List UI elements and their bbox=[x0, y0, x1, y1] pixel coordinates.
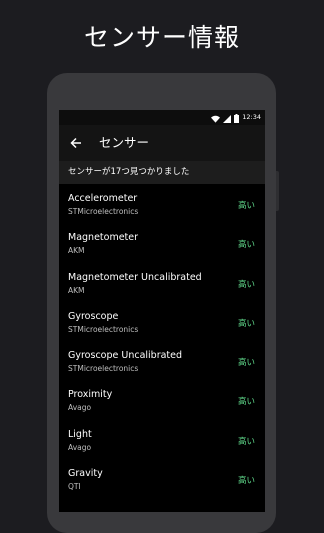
sensor-row-gyroscope[interactable]: Gyroscope STMicroelectronics 高い bbox=[59, 302, 265, 341]
phone-screen: 12:34 センサー センサーが17つ見つかりました Accelerometer… bbox=[59, 110, 265, 512]
promo-headline: センサー情報 bbox=[83, 23, 240, 52]
sensor-row-magnetometer-uncalibrated[interactable]: Magnetometer Uncalibrated AKM 高い bbox=[59, 263, 265, 302]
sensor-name: Gyroscope Uncalibrated bbox=[68, 350, 183, 362]
sensor-row-light[interactable]: Light Avago 高い bbox=[59, 420, 265, 459]
status-icons: 12:34 bbox=[211, 112, 261, 123]
page-title: センサー bbox=[99, 135, 150, 150]
sensor-row-gyroscope-uncalibrated[interactable]: Gyroscope Uncalibrated STMicroelectronic… bbox=[59, 341, 265, 380]
sensor-power-badge: 高い bbox=[237, 358, 255, 369]
sensor-vendor: AKM bbox=[68, 246, 85, 256]
sensor-power-badge: 高い bbox=[237, 397, 255, 408]
sensor-vendor: AKM bbox=[68, 285, 85, 295]
status-time: 12:34 bbox=[242, 113, 261, 121]
sensor-power-badge: 高い bbox=[237, 240, 255, 251]
sensor-vendor: STMicroelectronics bbox=[68, 207, 139, 216]
sensor-count-banner: センサーが17つ見つかりました bbox=[59, 161, 265, 184]
sensor-power-badge: 高い bbox=[237, 476, 255, 487]
sensor-count-text: センサーが17つ見つかりました bbox=[68, 167, 190, 177]
sensor-power-badge: 高い bbox=[237, 201, 255, 211]
sensor-power-badge: 高い bbox=[237, 318, 255, 329]
sensor-name: Magnetometer bbox=[68, 232, 139, 244]
sensor-name: Accelerometer bbox=[68, 193, 138, 204]
sensor-name: Proximity bbox=[68, 389, 113, 401]
sensor-row-accelerometer[interactable]: Accelerometer STMicroelectronics 高い bbox=[59, 184, 265, 223]
status-bar: 12:34 bbox=[59, 110, 265, 125]
sensor-name: Light bbox=[68, 428, 92, 440]
sensor-vendor: Avago bbox=[68, 442, 92, 452]
sensor-row-proximity[interactable]: Proximity Avago 高い bbox=[59, 380, 265, 419]
sensor-vendor: Avago bbox=[68, 403, 92, 413]
sensor-vendor: STMicroelectronics bbox=[68, 364, 139, 374]
sensor-vendor: QTI bbox=[68, 482, 81, 492]
back-arrow-icon[interactable] bbox=[65, 132, 87, 154]
sensor-power-badge: 高い bbox=[237, 279, 255, 290]
sensor-list: Accelerometer STMicroelectronics 高い Magn… bbox=[59, 184, 265, 498]
sensor-row-gravity[interactable]: Gravity QTI 高い bbox=[59, 459, 265, 498]
sensor-vendor: STMicroelectronics bbox=[68, 324, 139, 334]
app-toolbar: センサー bbox=[59, 125, 265, 161]
sensor-name: Gravity bbox=[68, 468, 103, 480]
sensor-name: Gyroscope bbox=[68, 310, 119, 322]
sensor-name: Magnetometer Uncalibrated bbox=[68, 271, 202, 283]
sensor-row-magnetometer[interactable]: Magnetometer AKM 高い bbox=[59, 223, 265, 262]
phone-side-button bbox=[276, 171, 279, 211]
sensor-power-badge: 高い bbox=[237, 436, 255, 447]
